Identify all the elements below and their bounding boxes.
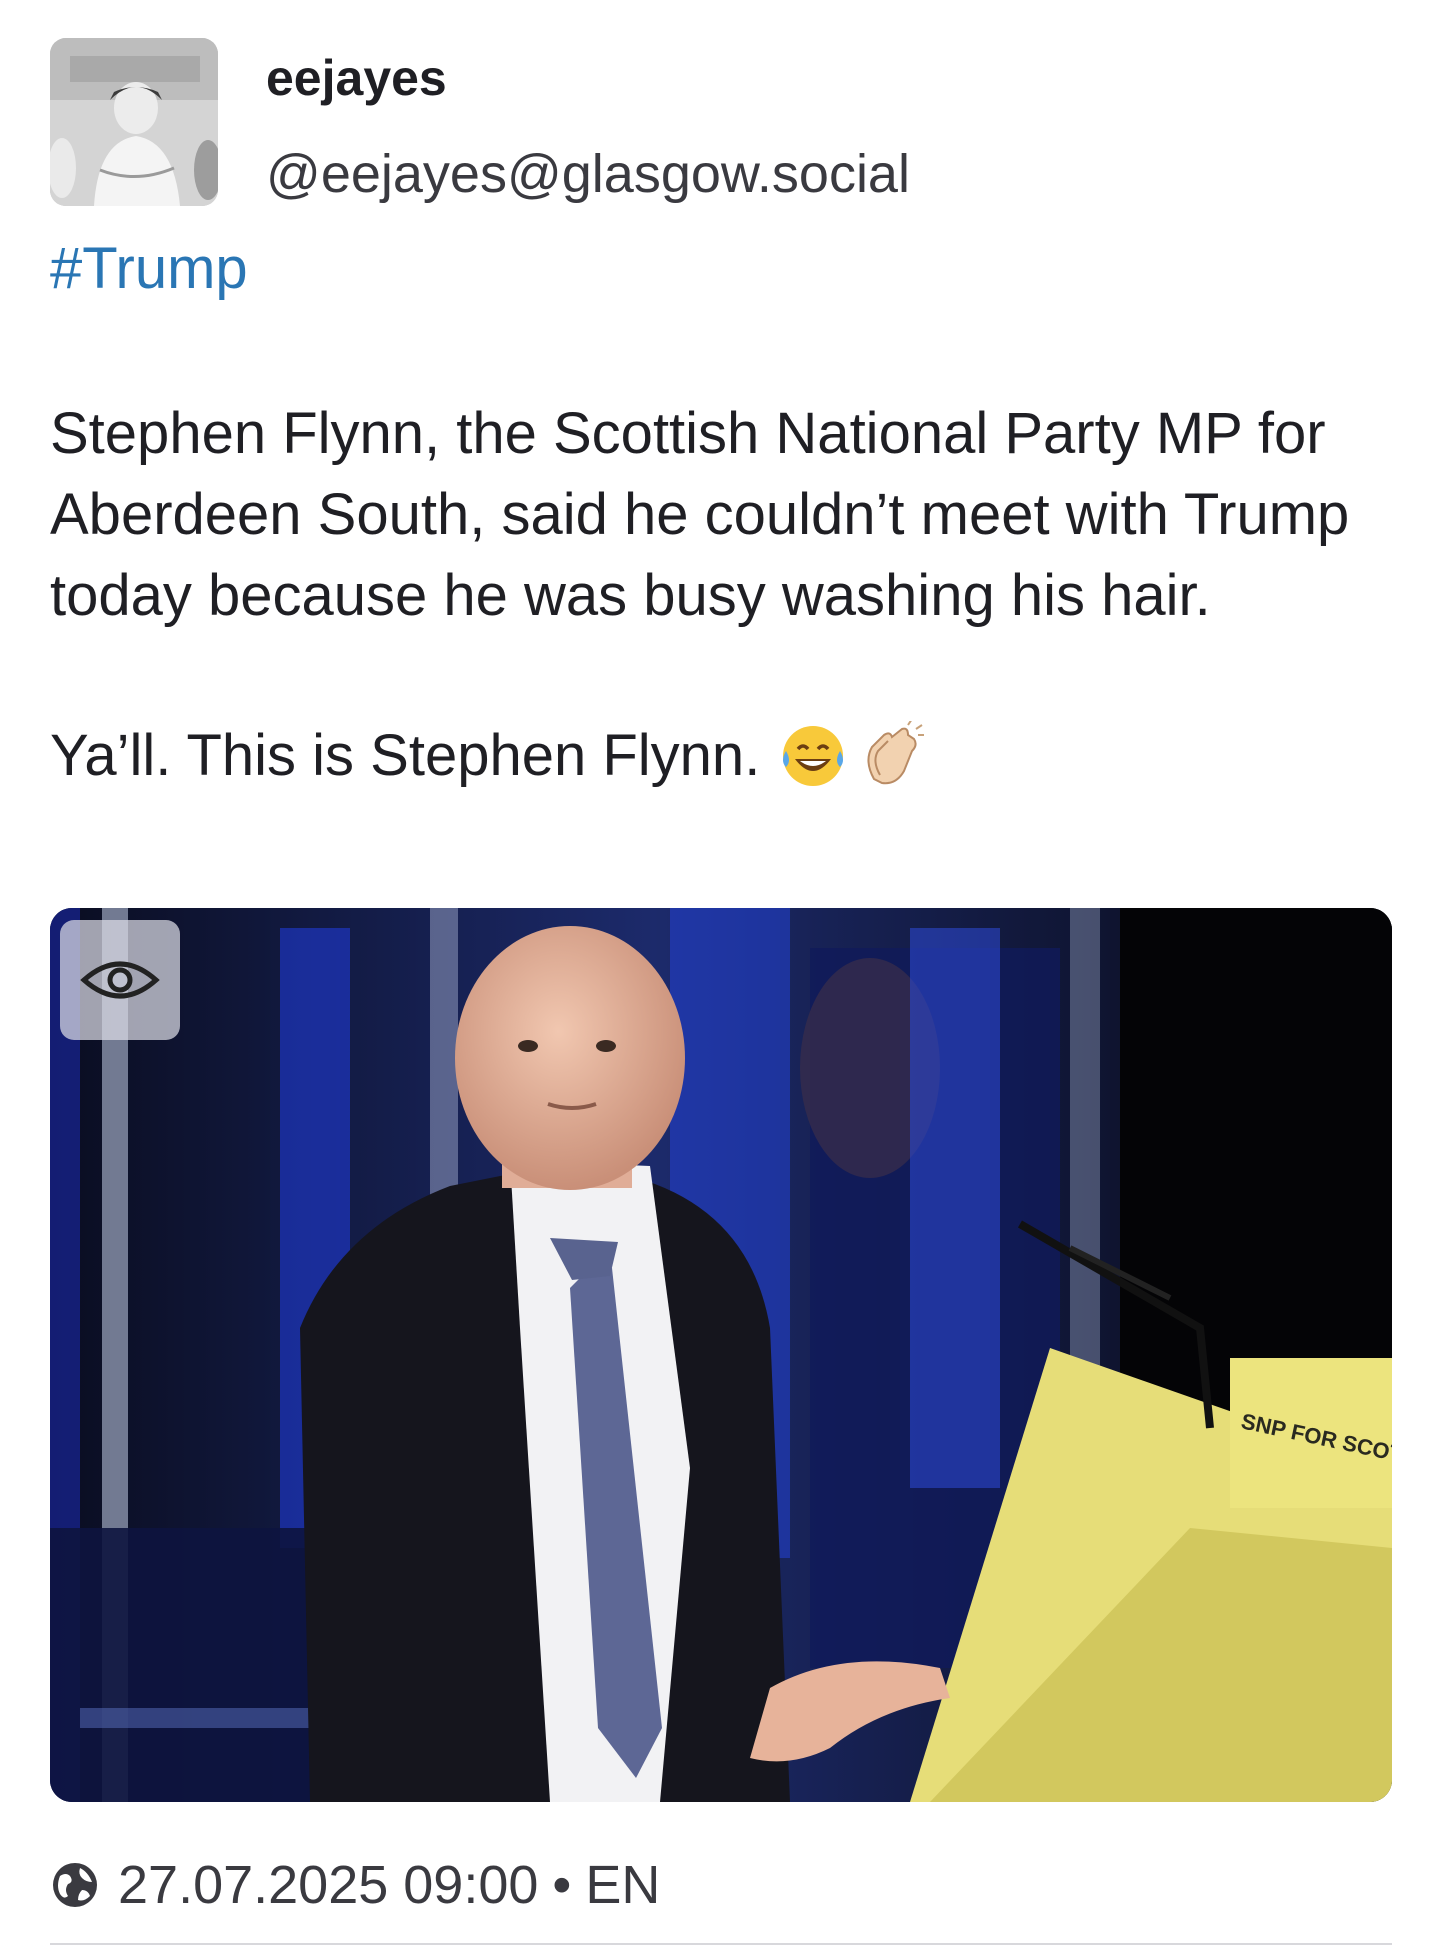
- post-header: eejayes @eejayes@glasgow.social: [50, 38, 910, 208]
- media-attachment[interactable]: SNP FOR SCOTLAND: [50, 908, 1392, 1802]
- status-post: eejayes @eejayes@glasgow.social #Trump S…: [0, 0, 1440, 1947]
- post-paragraph-text: Ya’ll. This is Stephen Flynn.: [50, 723, 761, 788]
- post-meta: 27.07.2025 09:00 • EN: [50, 1852, 660, 1918]
- avatar[interactable]: [50, 38, 218, 206]
- divider: [50, 1943, 1392, 1945]
- post-content: #Trump Stephen Flynn, the Scottish Natio…: [50, 228, 1400, 796]
- account-handle[interactable]: @eejayes@glasgow.social: [266, 142, 910, 206]
- speaker-photo: SNP FOR SCOTLAND: [50, 908, 1392, 1802]
- hide-media-button[interactable]: [60, 920, 180, 1040]
- laughing-tears-emoji-icon: [783, 725, 844, 786]
- globe-icon: [53, 1863, 97, 1907]
- eye-icon: [80, 961, 160, 999]
- clapping-hands-emoji-icon: [867, 720, 925, 784]
- display-name[interactable]: eejayes: [266, 48, 910, 108]
- avatar-photo: [50, 38, 218, 206]
- post-timestamp[interactable]: 27.07.2025 09:00: [118, 1854, 538, 1916]
- meta-separator: •: [552, 1855, 572, 1915]
- post-paragraph-2: Ya’ll. This is Stephen Flynn.: [50, 715, 1400, 796]
- post-language: EN: [585, 1855, 661, 1915]
- author-names: eejayes @eejayes@glasgow.social: [266, 38, 910, 206]
- post-paragraph: Stephen Flynn, the Scottish National Par…: [50, 401, 1350, 628]
- hashtag-link[interactable]: #Trump: [50, 228, 248, 309]
